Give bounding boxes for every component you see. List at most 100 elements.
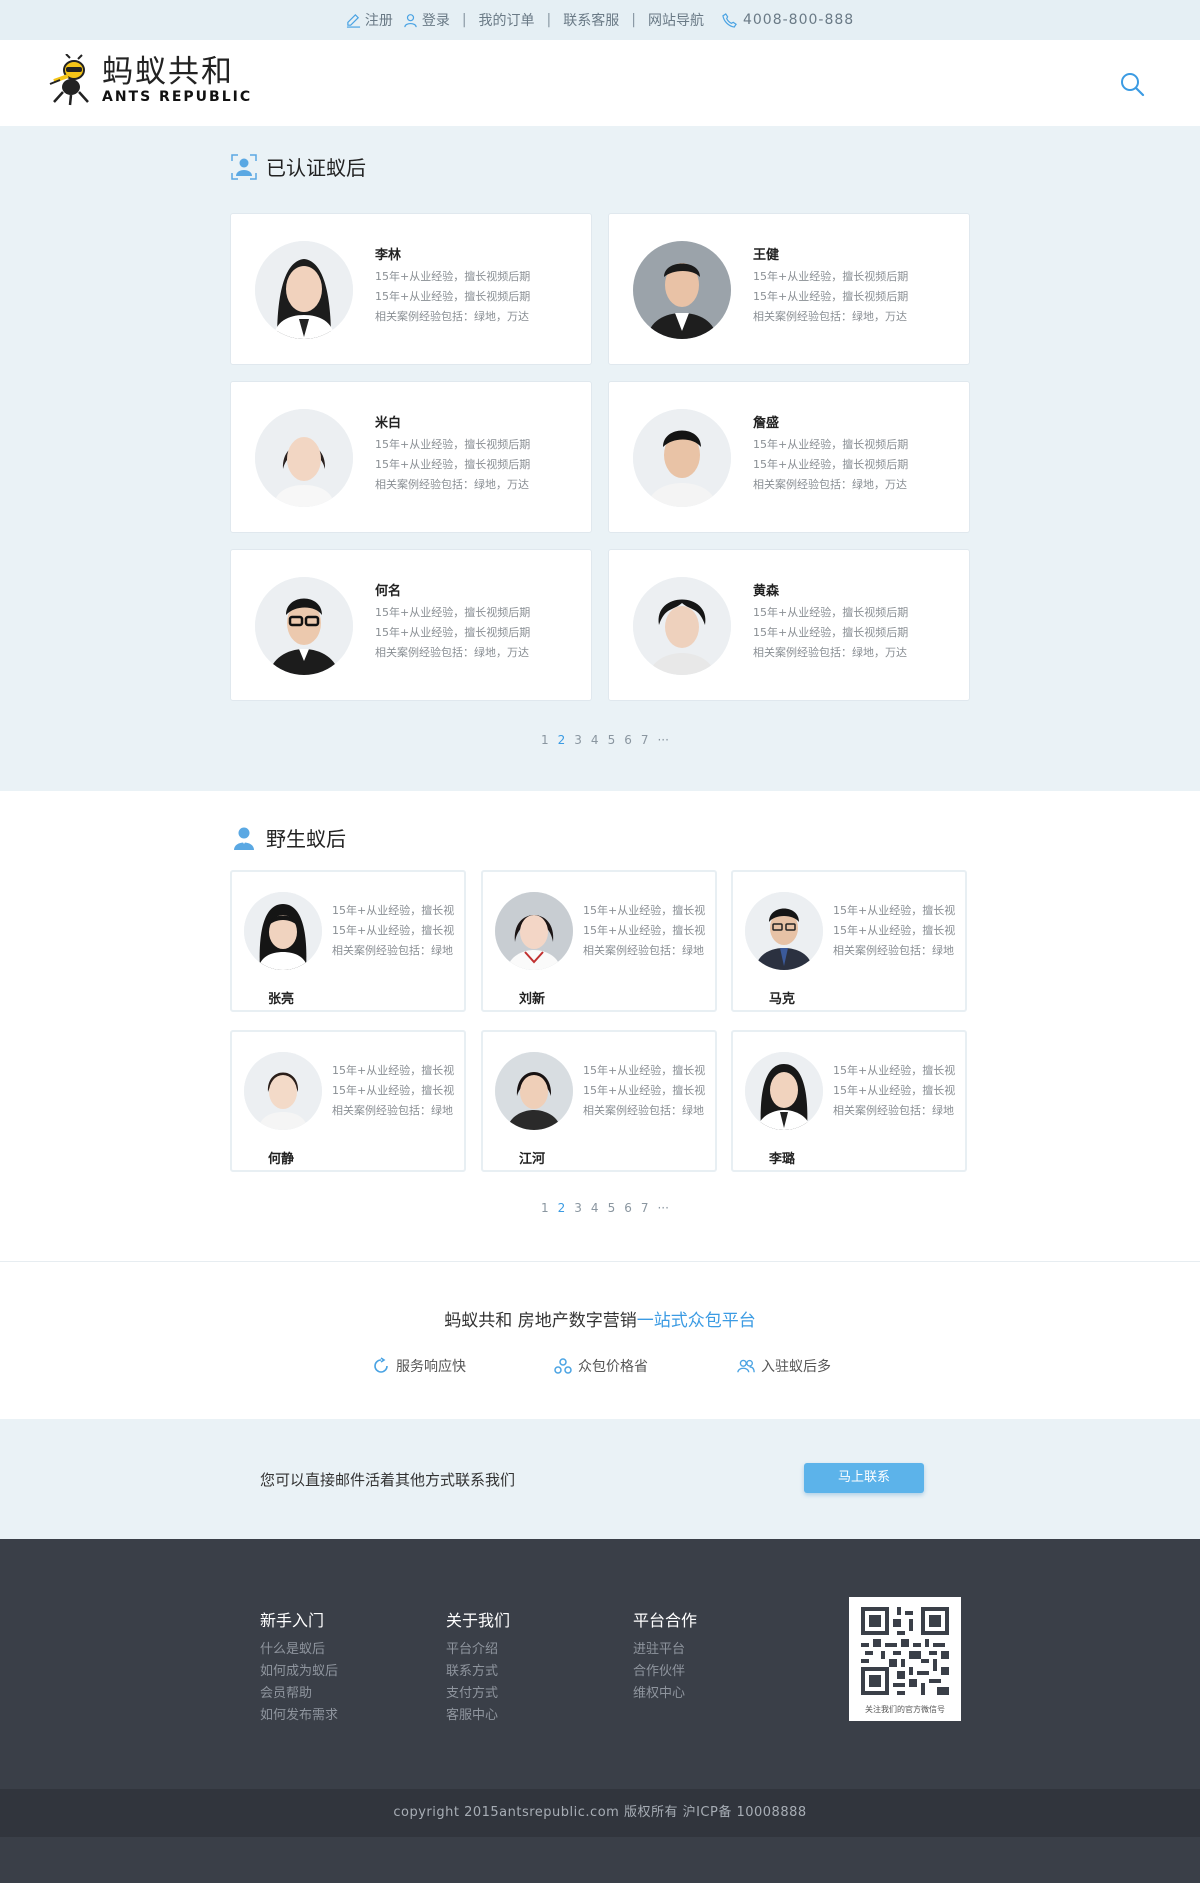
card-line: 15年+从业经验，擅长视频后期: [753, 290, 909, 303]
site-nav-link[interactable]: 网站导航: [648, 10, 704, 30]
card-line: 15年+从业经验，擅长视: [583, 904, 706, 917]
avatar: [255, 409, 353, 507]
card-line: 15年+从业经验，擅长视: [833, 904, 956, 917]
footer-link[interactable]: 联系方式: [446, 1661, 510, 1683]
page-link[interactable]: 6: [624, 733, 632, 747]
card-name: 詹盛: [753, 416, 780, 431]
wild-section: 野生蚁后 15年+从业经验，擅长视 15年+从业经验，擅长视 相关案例经验包括：…: [0, 791, 1200, 1261]
site-footer: 新手入门 什么是蚁后 如何成为蚁后 会员帮助 如何发布需求 关于我们 平台介绍 …: [0, 1539, 1200, 1789]
footer-column-title: 新手入门: [260, 1611, 325, 1630]
certified-title: 已认证蚁后: [230, 152, 366, 181]
certified-card[interactable]: 米白 15年+从业经验，擅长视频后期 15年+从业经验，擅长视频后期 相关案例经…: [230, 381, 592, 533]
footer-link[interactable]: 如何发布需求: [260, 1705, 338, 1727]
site-header: 蚂蚁共和 ANTS REPUBLIC: [0, 40, 1200, 126]
page-ellipsis[interactable]: ···: [657, 733, 668, 747]
footer-link[interactable]: 合作伙伴: [633, 1661, 697, 1683]
card-name: 王健: [753, 248, 780, 263]
footer-link[interactable]: 如何成为蚁后: [260, 1661, 338, 1683]
certified-card[interactable]: 王健 15年+从业经验，擅长视频后期 15年+从业经验，擅长视频后期 相关案例经…: [608, 213, 970, 365]
avatar: [745, 892, 823, 970]
feature-price: 众包价格省: [554, 1356, 648, 1376]
feature-queens: 入驻蚁后多: [737, 1356, 831, 1376]
login-link[interactable]: 登录: [403, 10, 450, 30]
page-link[interactable]: 7: [641, 1201, 649, 1215]
wild-card[interactable]: 15年+从业经验，擅长视 15年+从业经验，擅长视 相关案例经验包括：绿地 张亮: [230, 870, 466, 1012]
certified-card[interactable]: 黄森 15年+从业经验，擅长视频后期 15年+从业经验，擅长视频后期 相关案例经…: [608, 549, 970, 701]
wild-card[interactable]: 15年+从业经验，擅长视 15年+从业经验，擅长视 相关案例经验包括：绿地 江河: [481, 1030, 717, 1172]
card-line: 15年+从业经验，擅长视: [833, 924, 956, 937]
wild-card[interactable]: 15年+从业经验，擅长视 15年+从业经验，擅长视 相关案例经验包括：绿地 何静: [230, 1030, 466, 1172]
users-icon: [737, 1359, 755, 1373]
contact-now-button[interactable]: 马上联系: [804, 1463, 924, 1493]
wild-card[interactable]: 15年+从业经验，擅长视 15年+从业经验，擅长视 相关案例经验包括：绿地 刘新: [481, 870, 717, 1012]
footer-link[interactable]: 平台介绍: [446, 1639, 510, 1661]
wild-card[interactable]: 15年+从业经验，擅长视 15年+从业经验，擅长视 相关案例经验包括：绿地 李璐: [731, 1030, 967, 1172]
avatar: [633, 241, 731, 339]
logo-cn: 蚂蚁共和: [102, 54, 234, 90]
page-link[interactable]: 4: [591, 733, 599, 747]
logo[interactable]: 蚂蚁共和 ANTS REPUBLIC: [46, 54, 252, 106]
card-line: 15年+从业经验，擅长视频后期: [375, 606, 531, 619]
contact-section: 您可以直接邮件活着其他方式联系我们 马上联系: [0, 1419, 1200, 1539]
avatar: [745, 1052, 823, 1130]
page-link[interactable]: 4: [591, 1201, 599, 1215]
certified-card[interactable]: 詹盛 15年+从业经验，擅长视频后期 15年+从业经验，擅长视频后期 相关案例经…: [608, 381, 970, 533]
edit-icon: [346, 13, 360, 28]
wild-card[interactable]: 15年+从业经验，擅长视 15年+从业经验，擅长视 相关案例经验包括：绿地 马克: [731, 870, 967, 1012]
page-link-active[interactable]: 2: [558, 1201, 566, 1215]
slogan-heading: 蚂蚁共和 房地产数字营销一站式众包平台: [0, 1306, 1200, 1331]
certified-title-text: 已认证蚁后: [266, 156, 366, 180]
footer-link[interactable]: 什么是蚁后: [260, 1639, 338, 1661]
page-link[interactable]: 3: [574, 1201, 582, 1215]
phone-number: 4008-800-888: [722, 12, 854, 28]
card-line: 15年+从业经验，擅长视: [583, 924, 706, 937]
avatar: [244, 1052, 322, 1130]
card-line: 相关案例经验包括：绿地，万达: [375, 478, 529, 491]
register-link[interactable]: 注册: [346, 10, 393, 30]
footer-link[interactable]: 会员帮助: [260, 1683, 338, 1705]
page-link-active[interactable]: 2: [558, 733, 566, 747]
top-bar: 注册 登录 | 我的订单 | 联系客服 | 网站导航 4008-800-888: [0, 0, 1200, 40]
page-link[interactable]: 3: [574, 733, 582, 747]
separator: |: [631, 12, 636, 28]
card-line: 相关案例经验包括：绿地，万达: [753, 310, 907, 323]
copyright: copyright 2015antsrepublic.com 版权所有 沪ICP…: [0, 1789, 1200, 1837]
search-icon[interactable]: [1118, 70, 1146, 98]
contact-text: 您可以直接邮件活着其他方式联系我们: [260, 1471, 516, 1489]
card-line: 15年+从业经验，擅长视频后期: [375, 270, 531, 283]
page-link[interactable]: 6: [624, 1201, 632, 1215]
separator: |: [546, 12, 552, 28]
card-name: 李林: [375, 248, 402, 263]
page-link[interactable]: 7: [641, 733, 649, 747]
feature-fast: 服务响应快: [372, 1356, 466, 1376]
card-name: 何静: [268, 1152, 295, 1167]
service-link[interactable]: 联系客服: [563, 10, 619, 30]
certified-card[interactable]: 李林 15年+从业经验，擅长视频后期 15年+从业经验，擅长视频后期 相关案例经…: [230, 213, 592, 365]
orders-link[interactable]: 我的订单: [479, 10, 535, 30]
footer-link[interactable]: 客服中心: [446, 1705, 510, 1727]
card-line: 15年+从业经验，擅长视频后期: [753, 438, 909, 451]
page-link[interactable]: 1: [541, 1201, 549, 1215]
separator: |: [461, 12, 467, 28]
avatar: [495, 892, 573, 970]
footer-link[interactable]: 进驻平台: [633, 1639, 697, 1661]
wechat-qr: 关注我们的官方微信号: [849, 1597, 961, 1721]
footer-link[interactable]: 支付方式: [446, 1683, 510, 1705]
avatar: [495, 1052, 573, 1130]
page-link[interactable]: 1: [541, 733, 549, 747]
certified-card[interactable]: 何名 15年+从业经验，擅长视频后期 15年+从业经验，擅长视频后期 相关案例经…: [230, 549, 592, 701]
logo-en: ANTS REPUBLIC: [102, 89, 253, 105]
card-line: 相关案例经验包括：绿地，万达: [753, 646, 907, 659]
card-line: 15年+从业经验，擅长视: [332, 924, 455, 937]
footer-column: 平台合作 进驻平台 合作伙伴 维权中心: [633, 1607, 697, 1705]
page-link[interactable]: 5: [608, 733, 616, 747]
feature-label: 入驻蚁后多: [761, 1359, 831, 1375]
avatar: [255, 241, 353, 339]
card-line: 15年+从业经验，擅长视: [833, 1084, 956, 1097]
feature-label: 服务响应快: [396, 1359, 466, 1375]
footer-link[interactable]: 维权中心: [633, 1683, 697, 1705]
page-link[interactable]: 5: [608, 1201, 616, 1215]
card-name: 米白: [375, 416, 402, 431]
avatar: [244, 892, 322, 970]
page-ellipsis[interactable]: ···: [657, 1201, 668, 1215]
